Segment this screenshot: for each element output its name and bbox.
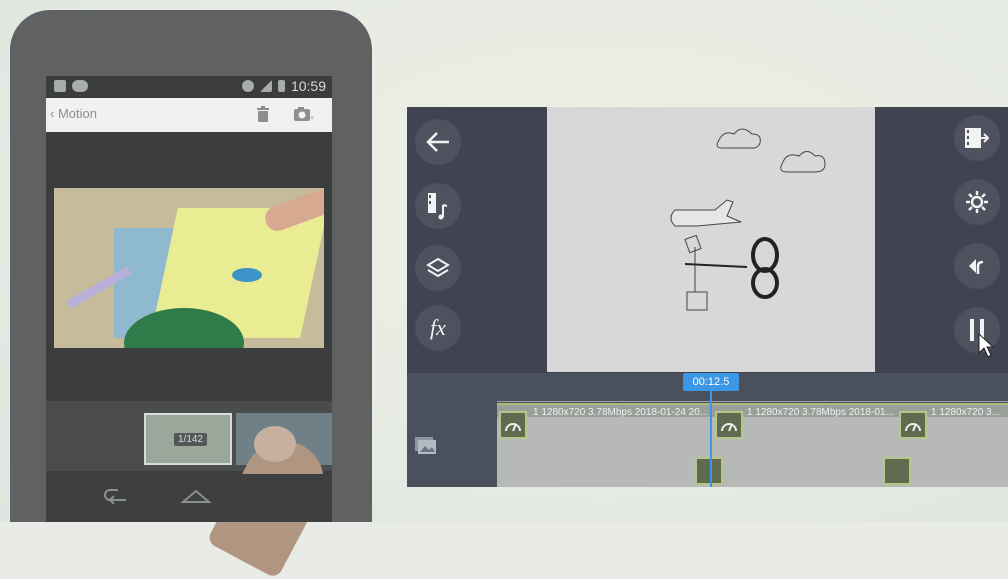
media-music-icon — [428, 193, 448, 220]
back-arrow-icon — [426, 132, 449, 152]
finger-tip — [254, 426, 296, 462]
status-time: 10:59 — [290, 78, 326, 94]
settings-button[interactable] — [954, 179, 1000, 225]
video-editor: fx 1 1280x720 3.78Mbps 2018-01-24 20... … — [407, 107, 1008, 487]
preview-frame — [547, 107, 875, 372]
svg-text:+: + — [310, 115, 314, 121]
video-preview[interactable] — [547, 107, 875, 372]
page-title: Motion — [57, 106, 97, 121]
speed-icon[interactable] — [499, 411, 527, 439]
fx-button[interactable]: fx — [415, 305, 461, 351]
clip-label: 1 1280x720 3.78Mbps 2018-01... — [747, 407, 894, 418]
media-music-button[interactable] — [415, 183, 461, 229]
clip-label: 1 1280x720 3... — [931, 407, 1000, 418]
thumbnail-selected[interactable]: 1/142 — [144, 413, 232, 465]
timeline-ruler — [497, 395, 1008, 402]
export-button[interactable] — [954, 115, 1000, 161]
export-icon — [965, 128, 990, 148]
battery-icon — [277, 80, 285, 92]
trash-icon[interactable] — [256, 106, 270, 122]
selected-photo[interactable] — [54, 188, 324, 348]
thumb-counter: 1/142 — [174, 433, 208, 446]
clip-track[interactable]: 1 1280x720 3.78Mbps 2018-01-24 20... 1 1… — [497, 403, 1008, 487]
undo-icon — [969, 259, 984, 274]
phone-screen: 10:59 ‹ Motion + 1/142 — [46, 76, 338, 579]
mouse-cursor-icon — [978, 333, 994, 358]
back-chevron-icon: ‹ — [50, 106, 55, 121]
home-nav-icon[interactable] — [180, 488, 212, 504]
layers-button[interactable] — [415, 245, 461, 291]
image-icon — [54, 80, 66, 92]
status-bar: 10:59 — [46, 76, 332, 98]
playhead-time: 00:12.5 — [683, 373, 739, 391]
voicemail-icon — [72, 80, 88, 92]
add-camera-icon[interactable]: + — [294, 107, 314, 121]
media-library-icon[interactable] — [415, 437, 437, 455]
nav-bar — [46, 474, 332, 522]
speed-icon[interactable] — [715, 411, 743, 439]
signal-icon — [259, 80, 272, 92]
layers-icon — [426, 257, 450, 278]
speed-icon[interactable] — [899, 411, 927, 439]
transition-icon[interactable] — [883, 457, 911, 485]
timeline[interactable]: 1 1280x720 3.78Mbps 2018-01-24 20... 1 1… — [407, 373, 1008, 487]
fx-icon: fx — [430, 315, 446, 340]
phone-device: 10:59 ‹ Motion + 1/142 — [10, 10, 372, 579]
app-bar: ‹ Motion + — [46, 98, 332, 132]
clip-label: 1 1280x720 3.78Mbps 2018-01-24 20... — [533, 407, 709, 418]
playhead[interactable] — [710, 391, 712, 487]
back-button[interactable] — [415, 119, 461, 165]
undo-button[interactable] — [954, 243, 1000, 289]
settings-icon — [966, 191, 988, 213]
back-button[interactable]: ‹ Motion — [50, 106, 97, 121]
alarm-icon — [241, 80, 254, 92]
back-nav-icon[interactable] — [100, 488, 130, 504]
transition-icon[interactable] — [695, 457, 723, 485]
